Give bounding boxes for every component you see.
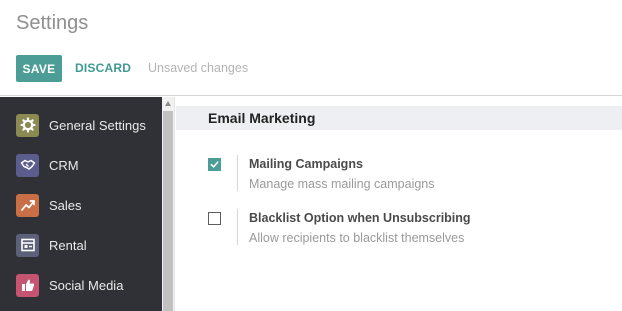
sidebar-item-label: Sales [49,197,82,213]
setting-description: Manage mass mailing campaigns [249,177,435,191]
sidebar-item-crm[interactable]: CRM [0,145,162,185]
sidebar-item-general-settings[interactable]: General Settings [0,105,162,145]
setting-title[interactable]: Mailing Campaigns [249,157,363,171]
sidebar-item-label: Social Media [49,277,124,293]
settings-main: Email Marketing Mailing Campaigns Manage… [176,97,622,311]
unsaved-changes-status: Unsaved changes [148,61,249,75]
checkmark-icon [210,161,219,168]
sidebar-item-rental[interactable]: Rental [0,225,162,265]
control-panel: Settings SAVE DISCARD Unsaved changes [0,0,622,96]
scroll-up-arrow-icon[interactable] [165,101,171,106]
setting-mailing-campaigns: Mailing Campaigns Manage mass mailing ca… [176,155,622,195]
settings-sidebar: General Settings CRM Sales Rental Social [0,97,162,311]
section-header: Email Marketing [176,106,622,130]
setting-divider [237,209,238,245]
section-title: Email Marketing [208,110,316,126]
setting-description: Allow recipients to blacklist themselves [249,231,465,245]
sidebar-scrollbar[interactable] [162,97,175,311]
setting-divider [237,155,238,191]
register-icon [16,233,39,257]
sidebar-item-label: Rental [49,237,87,253]
chart-icon [16,193,39,217]
setting-blacklist-option: Blacklist Option when Unsubscribing Allo… [176,209,622,249]
scrollbar-thumb[interactable] [163,111,173,311]
blacklist-option-checkbox[interactable] [208,212,221,225]
sidebar-item-social-media[interactable]: Social Media [0,265,162,305]
setting-title[interactable]: Blacklist Option when Unsubscribing [249,211,471,225]
handshake-icon [16,153,39,177]
save-button[interactable]: SAVE [16,55,62,82]
sidebar-item-label: CRM [49,157,79,173]
gear-icon [16,113,39,137]
thumbs-up-icon [16,273,39,297]
settings-page: Settings SAVE DISCARD Unsaved changes Ge… [0,0,622,311]
page-title: Settings [16,12,89,34]
discard-button[interactable]: DISCARD [75,61,131,75]
mailing-campaigns-checkbox[interactable] [208,158,221,171]
sidebar-item-sales[interactable]: Sales [0,185,162,225]
sidebar-item-label: General Settings [49,117,146,133]
